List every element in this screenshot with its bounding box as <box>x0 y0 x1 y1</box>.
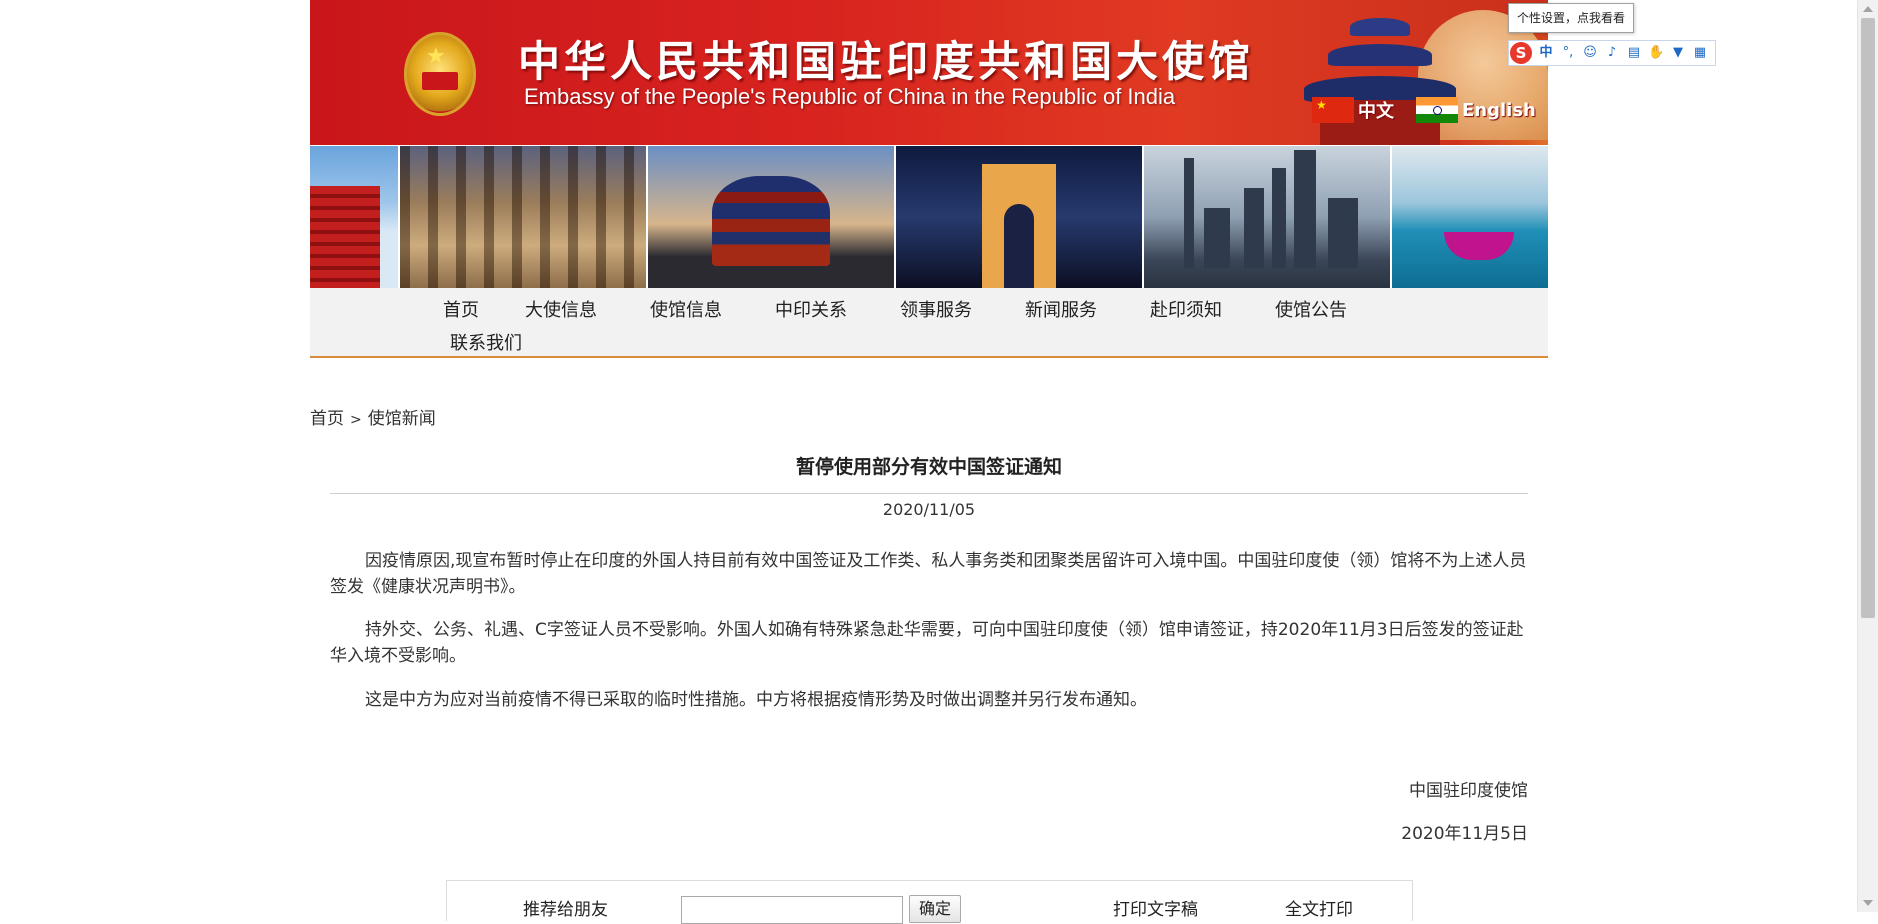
lang-switch-chinese[interactable]: 中文 <box>1312 96 1394 124</box>
nav-item-notices[interactable]: 使馆公告 <box>1275 296 1347 322</box>
main-nav: 首页 大使信息 使馆信息 中印关系 领事服务 新闻服务 赴印须知 使馆公告 联系… <box>310 288 1548 358</box>
article-paragraph: 这是中方为应对当前疫情不得已采取的临时性措施。中方将根据疫情形势及时做出调整并另… <box>365 690 1147 710</box>
recommend-label: 推荐给朋友 <box>523 900 608 920</box>
india-flag-icon <box>1416 97 1458 123</box>
emoji-icon[interactable]: ☺ <box>1582 45 1598 61</box>
nav-item-india-notes[interactable]: 赴印须知 <box>1150 296 1222 322</box>
grid-icon[interactable]: ▦ <box>1692 45 1708 61</box>
ime-mode-cn[interactable]: 中 <box>1538 45 1554 61</box>
signature-org: 中国驻印度使馆 <box>1409 781 1528 801</box>
photo-temple-corridor <box>400 146 646 288</box>
ime-tooltip: 个性设置，点我看看 <box>1508 3 1635 33</box>
scrollbar-thumb[interactable] <box>1861 18 1875 618</box>
ime-toolbar[interactable]: S 中 °, ☺ ♪ ▤ ✋ ▼ ▦ <box>1508 40 1716 66</box>
photo-taj-mahal-boats <box>1392 146 1548 288</box>
photo-china-pavilion <box>310 146 398 288</box>
nav-item-contact[interactable]: 联系我们 <box>450 329 522 355</box>
recommend-email-input[interactable] <box>681 896 903 924</box>
share-box: 推荐给朋友 确定 打印文字稿 全文打印 <box>446 880 1413 924</box>
ime-punctuation[interactable]: °, <box>1560 45 1576 61</box>
lang-label-en: English <box>1462 99 1536 121</box>
vertical-scrollbar[interactable] <box>1857 0 1878 912</box>
microphone-icon[interactable]: ♪ <box>1604 45 1620 61</box>
breadcrumb-home[interactable]: 首页 <box>310 409 344 429</box>
china-flag-icon <box>1312 97 1354 123</box>
breadcrumb-current[interactable]: 使馆新闻 <box>368 409 436 429</box>
confirm-button[interactable]: 确定 <box>909 895 961 923</box>
scroll-up-icon[interactable] <box>1863 6 1873 12</box>
signature-date: 2020年11月5日 <box>1401 824 1528 844</box>
print-full-link[interactable]: 全文打印 <box>1285 895 1353 920</box>
lang-label-cn: 中文 <box>1358 101 1394 122</box>
scroll-down-icon[interactable] <box>1863 900 1873 906</box>
header-banner: ★ 中华人民共和国驻印度共和国大使馆 Embassy of the People… <box>310 0 1548 145</box>
nav-item-news[interactable]: 新闻服务 <box>1025 296 1097 322</box>
nav-item-china-india[interactable]: 中印关系 <box>775 296 847 322</box>
nav-item-ambassador[interactable]: 大使信息 <box>525 296 597 322</box>
skin-icon[interactable]: ▼ <box>1670 45 1686 61</box>
article-title: 暂停使用部分有效中国签证通知 <box>795 456 1062 478</box>
breadcrumb: 首页 > 使馆新闻 <box>310 404 436 429</box>
article-paragraph: 持外交、公务、礼遇、C字签证人员不受影响。外国人如确有特殊紧急赴华需要，可向中国… <box>330 620 1524 666</box>
photo-shanghai-skyline <box>1144 146 1390 288</box>
hand-icon[interactable]: ✋ <box>1648 45 1664 61</box>
site-title-cn: 中华人民共和国驻印度共和国大使馆 <box>518 37 1255 86</box>
nav-item-consular[interactable]: 领事服务 <box>900 296 972 322</box>
sogou-logo-icon[interactable]: S <box>1510 42 1532 64</box>
keyboard-icon[interactable]: ▤ <box>1626 45 1642 61</box>
nav-item-home[interactable]: 首页 <box>443 296 479 322</box>
photo-temple-of-heaven <box>648 146 894 288</box>
site-title-en: Embassy of the People's Republic of Chin… <box>524 84 1176 109</box>
title-divider <box>330 493 1528 494</box>
nav-item-embassy-info[interactable]: 使馆信息 <box>650 296 722 322</box>
article-date: 2020/11/05 <box>882 500 976 519</box>
page: ★ 中华人民共和国驻印度共和国大使馆 Embassy of the People… <box>0 0 1878 924</box>
national-emblem-icon: ★ <box>404 32 476 116</box>
lang-switch-english[interactable]: English <box>1416 96 1536 124</box>
photo-india-gate <box>896 146 1142 288</box>
breadcrumb-separator: > <box>350 412 362 428</box>
photo-strip <box>310 146 1548 288</box>
article-paragraph: 因疫情原因,现宣布暂时停止在印度的外国人持目前有效中国签证及工作类、私人事务类和… <box>330 551 1527 597</box>
print-text-link[interactable]: 打印文字稿 <box>1113 895 1198 920</box>
